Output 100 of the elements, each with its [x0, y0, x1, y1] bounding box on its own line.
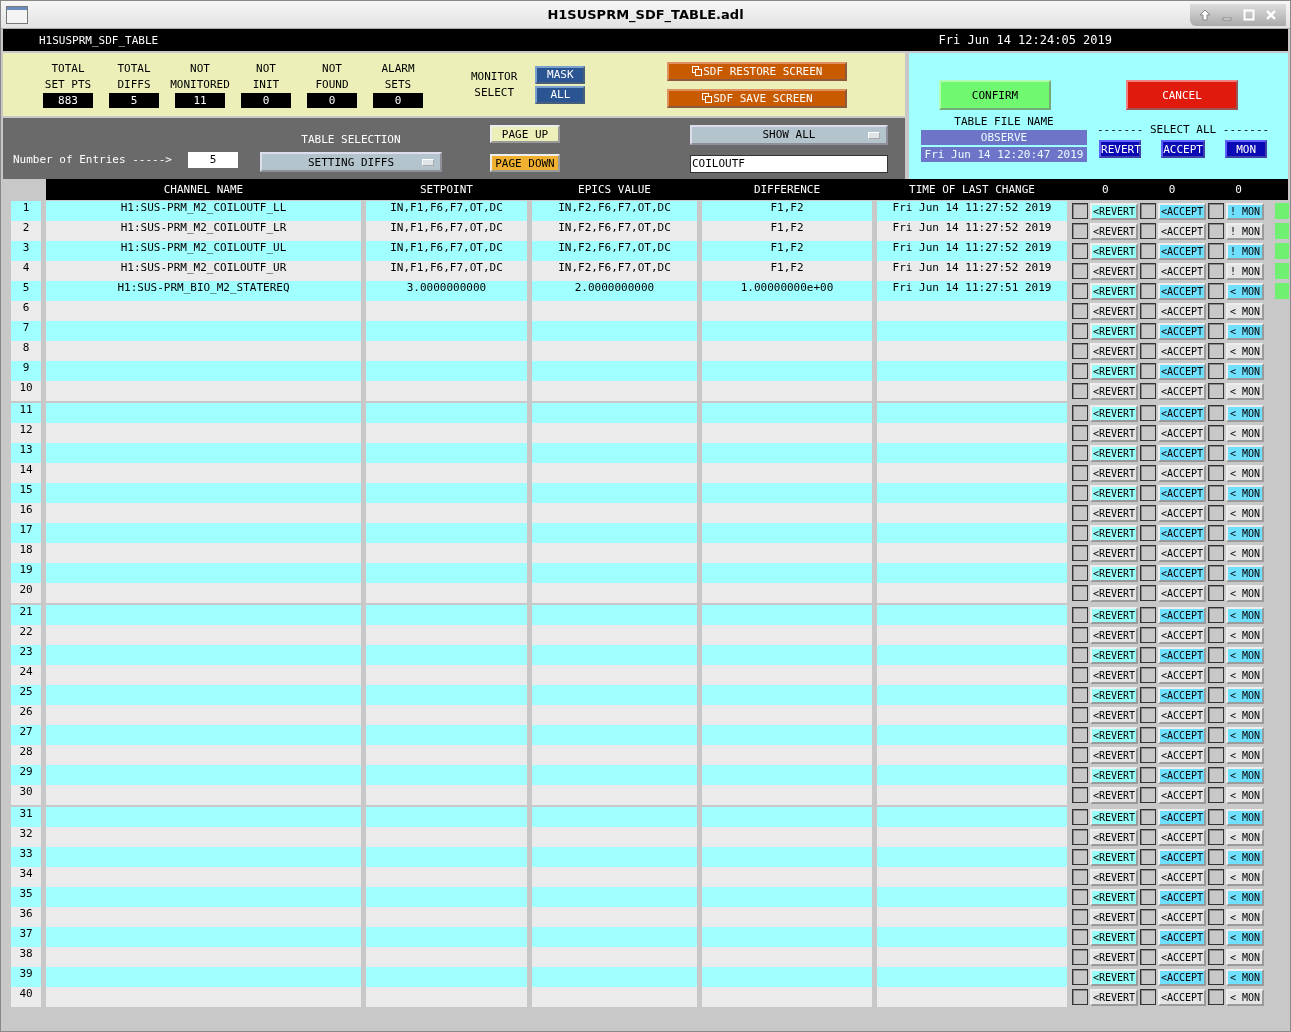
accept-button[interactable]: <ACCEPT [1158, 564, 1206, 582]
monitor-button[interactable]: < MON [1226, 888, 1264, 906]
accept-checkbox[interactable] [1140, 485, 1156, 501]
accept-button[interactable]: <ACCEPT [1158, 282, 1206, 300]
monitor-button[interactable]: < MON [1226, 686, 1264, 704]
revert-button[interactable]: <REVERT [1090, 362, 1138, 380]
monitor-button[interactable]: < MON [1226, 382, 1264, 400]
monitor-button[interactable]: ! MON [1226, 262, 1264, 280]
accept-checkbox[interactable] [1140, 707, 1156, 723]
accept-checkbox[interactable] [1140, 607, 1156, 623]
monitor-button[interactable]: < MON [1226, 544, 1264, 562]
revert-button[interactable]: <REVERT [1090, 524, 1138, 542]
revert-checkbox[interactable] [1072, 565, 1088, 581]
accept-button[interactable]: <ACCEPT [1158, 868, 1206, 886]
revert-checkbox[interactable] [1072, 505, 1088, 521]
monitor-checkbox[interactable] [1208, 889, 1224, 905]
accept-checkbox[interactable] [1140, 767, 1156, 783]
accept-checkbox[interactable] [1140, 849, 1156, 865]
accept-checkbox[interactable] [1140, 505, 1156, 521]
monitor-button[interactable]: ! MON [1226, 242, 1264, 260]
monitor-checkbox[interactable] [1208, 565, 1224, 581]
monitor-button[interactable]: < MON [1226, 584, 1264, 602]
revert-button[interactable]: <REVERT [1090, 282, 1138, 300]
accept-checkbox[interactable] [1140, 263, 1156, 279]
accept-checkbox[interactable] [1140, 667, 1156, 683]
select-all-button[interactable]: MON [1225, 140, 1268, 158]
monitor-checkbox[interactable] [1208, 929, 1224, 945]
monitor-checkbox[interactable] [1208, 303, 1224, 319]
monitor-checkbox[interactable] [1208, 869, 1224, 885]
revert-checkbox[interactable] [1072, 283, 1088, 299]
monitor-checkbox[interactable] [1208, 263, 1224, 279]
accept-checkbox[interactable] [1140, 383, 1156, 399]
accept-checkbox[interactable] [1140, 405, 1156, 421]
revert-checkbox[interactable] [1072, 203, 1088, 219]
revert-button[interactable]: <REVERT [1090, 766, 1138, 784]
monitor-checkbox[interactable] [1208, 849, 1224, 865]
monitor-checkbox[interactable] [1208, 989, 1224, 1005]
accept-button[interactable]: <ACCEPT [1158, 262, 1206, 280]
monitor-checkbox[interactable] [1208, 283, 1224, 299]
monitor-checkbox[interactable] [1208, 203, 1224, 219]
accept-button[interactable]: <ACCEPT [1158, 464, 1206, 482]
accept-checkbox[interactable] [1140, 989, 1156, 1005]
accept-button[interactable]: <ACCEPT [1158, 808, 1206, 826]
revert-checkbox[interactable] [1072, 445, 1088, 461]
screen-button[interactable]: SDF RESTORE SCREEN [667, 61, 848, 81]
filter-dropdown[interactable]: SHOW ALL [689, 124, 888, 145]
revert-button[interactable]: <REVERT [1090, 342, 1138, 360]
revert-checkbox[interactable] [1072, 787, 1088, 803]
monitor-button[interactable]: < MON [1226, 464, 1264, 482]
accept-button[interactable]: <ACCEPT [1158, 666, 1206, 684]
accept-button[interactable]: <ACCEPT [1158, 322, 1206, 340]
monitor-checkbox[interactable] [1208, 829, 1224, 845]
accept-button[interactable]: <ACCEPT [1158, 362, 1206, 380]
revert-button[interactable]: <REVERT [1090, 726, 1138, 744]
accept-button[interactable]: <ACCEPT [1158, 202, 1206, 220]
monitor-checkbox[interactable] [1208, 363, 1224, 379]
monitor-checkbox[interactable] [1208, 909, 1224, 925]
revert-checkbox[interactable] [1072, 627, 1088, 643]
accept-button[interactable]: <ACCEPT [1158, 746, 1206, 764]
revert-button[interactable]: <REVERT [1090, 464, 1138, 482]
monitor-checkbox[interactable] [1208, 243, 1224, 259]
revert-button[interactable]: <REVERT [1090, 908, 1138, 926]
monitor-button[interactable]: < MON [1226, 868, 1264, 886]
revert-checkbox[interactable] [1072, 485, 1088, 501]
revert-checkbox[interactable] [1072, 363, 1088, 379]
monitor-checkbox[interactable] [1208, 585, 1224, 601]
revert-checkbox[interactable] [1072, 989, 1088, 1005]
accept-button[interactable]: <ACCEPT [1158, 848, 1206, 866]
monitor-button[interactable]: < MON [1226, 342, 1264, 360]
revert-button[interactable]: <REVERT [1090, 848, 1138, 866]
monitor-button[interactable]: < MON [1226, 424, 1264, 442]
revert-button[interactable]: <REVERT [1090, 828, 1138, 846]
accept-button[interactable]: <ACCEPT [1158, 524, 1206, 542]
revert-checkbox[interactable] [1072, 425, 1088, 441]
monitor-checkbox[interactable] [1208, 707, 1224, 723]
revert-button[interactable]: <REVERT [1090, 928, 1138, 946]
monitor-button[interactable]: < MON [1226, 928, 1264, 946]
page-button[interactable]: PAGE UP [489, 125, 560, 143]
accept-checkbox[interactable] [1140, 223, 1156, 239]
monitor-button[interactable]: < MON [1226, 968, 1264, 986]
revert-checkbox[interactable] [1072, 949, 1088, 965]
accept-button[interactable]: <ACCEPT [1158, 242, 1206, 260]
accept-checkbox[interactable] [1140, 363, 1156, 379]
accept-button[interactable]: <ACCEPT [1158, 222, 1206, 240]
revert-button[interactable]: <REVERT [1090, 382, 1138, 400]
revert-button[interactable]: <REVERT [1090, 262, 1138, 280]
accept-button[interactable]: <ACCEPT [1158, 928, 1206, 946]
monitor-checkbox[interactable] [1208, 647, 1224, 663]
page-button[interactable]: PAGE DOWN [489, 154, 560, 172]
cancel-button[interactable]: CANCEL [1126, 80, 1238, 110]
accept-checkbox[interactable] [1140, 929, 1156, 945]
accept-checkbox[interactable] [1140, 445, 1156, 461]
revert-checkbox[interactable] [1072, 809, 1088, 825]
revert-button[interactable]: <REVERT [1090, 786, 1138, 804]
revert-checkbox[interactable] [1072, 405, 1088, 421]
monitor-button[interactable]: < MON [1226, 362, 1264, 380]
revert-checkbox[interactable] [1072, 727, 1088, 743]
revert-checkbox[interactable] [1072, 869, 1088, 885]
monitor-button[interactable]: < MON [1226, 564, 1264, 582]
accept-button[interactable]: <ACCEPT [1158, 706, 1206, 724]
